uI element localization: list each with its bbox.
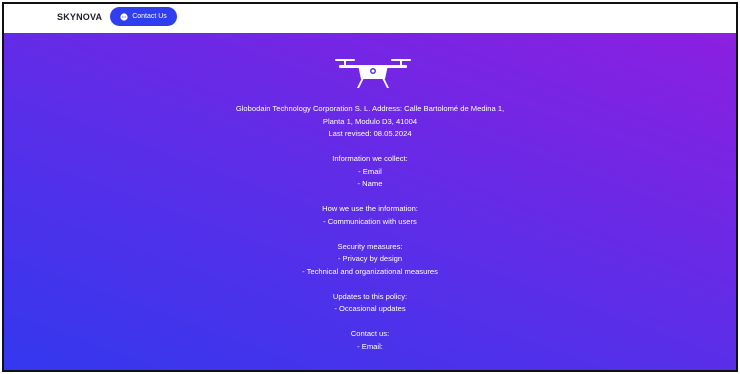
security-section: Security measures: - Privacy by design -…	[4, 241, 736, 279]
last-revised: Last revised: 08.05.2024	[328, 129, 412, 138]
list-item: - Technical and organizational measures	[302, 266, 438, 276]
chat-bubble-icon	[120, 12, 128, 21]
collect-section: Information we collect: - Email - Name	[4, 153, 736, 191]
contact-section: Contact us: - Email:	[4, 328, 736, 353]
contact-us-button[interactable]: Contact Us	[110, 7, 177, 26]
address-line: Planta 1, Modulo D3, 41004	[322, 116, 418, 126]
list-item: - Name	[357, 179, 383, 188]
list-item: - Occasional updates	[334, 304, 406, 313]
section-title: Updates to this policy:	[332, 291, 408, 301]
list-item: - Email:	[357, 341, 383, 351]
section-title: How we use the information:	[322, 204, 418, 213]
list-item: - Email	[358, 166, 382, 176]
top-navbar: SKYNOVA Contact Us	[4, 4, 736, 33]
address-line: Globodain Technology Corporation S. L. A…	[235, 104, 505, 113]
section-title: Security measures:	[337, 241, 403, 251]
contact-us-label: Contact Us	[132, 13, 167, 20]
page-frame: SKYNOVA Contact Us Globodain Technology …	[2, 2, 738, 372]
list-item: - Communication with users	[323, 216, 417, 226]
section-title: Contact us:	[350, 329, 390, 338]
use-section: How we use the information: - Communicat…	[4, 203, 736, 228]
list-item: - Privacy by design	[337, 254, 403, 263]
drone-icon	[335, 59, 411, 88]
privacy-policy-text: Globodain Technology Corporation S. L. A…	[4, 103, 736, 366]
updates-section: Updates to this policy: - Occasional upd…	[4, 291, 736, 316]
address-block: Globodain Technology Corporation S. L. A…	[4, 103, 736, 141]
brand-logo[interactable]: SKYNOVA	[57, 12, 102, 22]
section-title: Information we collect:	[332, 154, 408, 163]
hero-section: Globodain Technology Corporation S. L. A…	[4, 33, 736, 370]
